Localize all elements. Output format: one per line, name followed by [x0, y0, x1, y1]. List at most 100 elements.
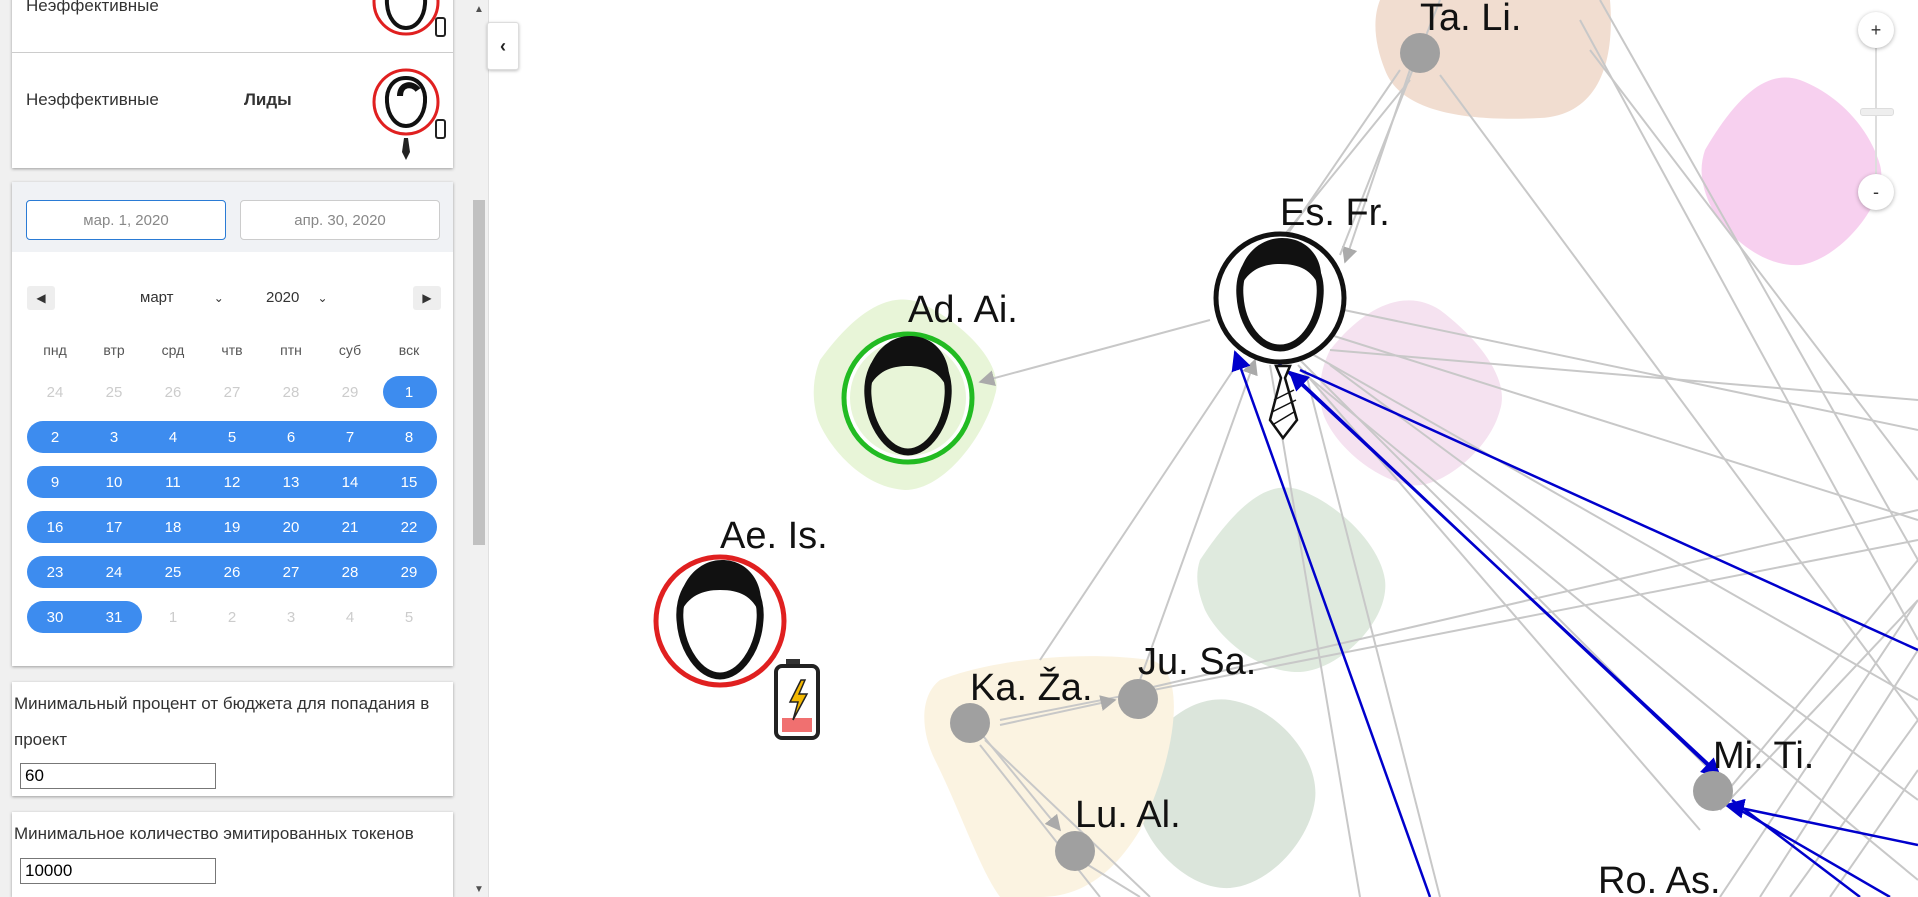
- calendar-day[interactable]: 24: [85, 557, 143, 587]
- calendar-day[interactable]: 13: [262, 467, 320, 497]
- legend-row: Неэффективные: [12, 0, 453, 53]
- calendar-day[interactable]: 1: [144, 602, 202, 632]
- calendar-day[interactable]: 29: [380, 557, 438, 587]
- calendar-day[interactable]: 11: [144, 467, 202, 497]
- label-ro-as: Ro. As.: [1598, 860, 1721, 897]
- legend-role-label: Лиды: [244, 90, 292, 109]
- legend-row: Неэффективные Лиды: [12, 54, 453, 168]
- calendar-day[interactable]: 9: [26, 467, 84, 497]
- node-ka-za[interactable]: [950, 703, 990, 743]
- calendar-day[interactable]: 18: [144, 512, 202, 542]
- calendar-day[interactable]: 15: [380, 467, 438, 497]
- month-select[interactable]: март ⌄: [140, 289, 224, 306]
- tie-icon: [402, 138, 410, 160]
- weekday-label: втр: [103, 342, 125, 358]
- ineffective-person-icon: [372, 0, 446, 37]
- ineffective-lead-icon: [372, 68, 446, 160]
- year-value: 2020: [266, 289, 300, 306]
- calendar-day[interactable]: 20: [262, 512, 320, 542]
- scroll-down-arrow-icon[interactable]: ▼: [473, 884, 485, 895]
- label-mi-ti: Mi. Ti.: [1713, 735, 1814, 777]
- sidebar-scrollbar[interactable]: ▲ ▼: [470, 0, 489, 897]
- zoom-in-button[interactable]: +: [1858, 12, 1894, 48]
- weekday-label: суб: [338, 342, 362, 358]
- weekday-label: срд: [161, 342, 185, 358]
- node-lu-al[interactable]: [1055, 831, 1095, 871]
- calendar-day[interactable]: 19: [203, 512, 261, 542]
- min-budget-input[interactable]: [20, 763, 216, 789]
- zoom-slider-thumb[interactable]: [1860, 108, 1894, 116]
- calendar-day[interactable]: 28: [321, 557, 379, 587]
- min-tokens-input[interactable]: [20, 858, 216, 884]
- calendar-day[interactable]: 14: [321, 467, 379, 497]
- calendar-day[interactable]: 3: [262, 602, 320, 632]
- calendar-day[interactable]: 25: [85, 377, 143, 407]
- battery-icon: [435, 17, 446, 37]
- min-budget-label: Минимальный процент от бюджета для попад…: [14, 694, 430, 749]
- calendar-day[interactable]: 17: [85, 512, 143, 542]
- weekday-label: вск: [398, 342, 420, 358]
- calendar-day[interactable]: 2: [26, 422, 84, 452]
- node-mi-ti[interactable]: [1693, 771, 1733, 811]
- battery-icon: [435, 119, 446, 139]
- calendar-day[interactable]: 24: [26, 377, 84, 407]
- collapse-chevron-icon: ‹: [500, 35, 506, 56]
- calendar-day[interactable]: 4: [144, 422, 202, 452]
- legend-panel: Неэффективные Неэффективные Лиды: [12, 0, 453, 168]
- node-ad-ai[interactable]: [841, 331, 975, 465]
- prev-month-button[interactable]: ◀: [27, 286, 55, 310]
- calendar-day[interactable]: 26: [144, 377, 202, 407]
- weekday-label: чтв: [221, 342, 243, 358]
- calendar-day[interactable]: 25: [144, 557, 202, 587]
- label-ad-ai: Ad. Ai.: [908, 289, 1018, 331]
- node-ju-sa[interactable]: [1118, 679, 1158, 719]
- calendar-day[interactable]: 5: [203, 422, 261, 452]
- node-ta-li[interactable]: [1400, 33, 1440, 73]
- calendar-day[interactable]: 4: [321, 602, 379, 632]
- scroll-up-arrow-icon[interactable]: ▲: [473, 4, 485, 15]
- legend-row-label: Неэффективные: [26, 0, 159, 15]
- calendar-day[interactable]: 26: [203, 557, 261, 587]
- zoom-out-button[interactable]: -: [1858, 174, 1894, 210]
- weekday-label: пнд: [43, 342, 67, 358]
- sidebar: Неэффективные Неэффективные Лиды мар. 1,…: [0, 0, 470, 897]
- chevron-down-icon: ⌄: [317, 291, 328, 305]
- cluster-blob: [1320, 300, 1502, 486]
- node-ae-is[interactable]: [653, 554, 820, 740]
- year-select[interactable]: 2020 ⌄: [266, 289, 328, 306]
- calendar-day[interactable]: 30: [26, 602, 84, 632]
- calendar-day[interactable]: 8: [380, 422, 438, 452]
- calendar-day[interactable]: 29: [321, 377, 379, 407]
- label-ta-li: Ta. Li.: [1420, 0, 1521, 39]
- calendar-day[interactable]: 31: [85, 602, 143, 632]
- label-ka-za: Ka. Ža.: [970, 666, 1093, 709]
- calendar-day[interactable]: 10: [85, 467, 143, 497]
- min-tokens-label: Минимальное количество эмитированных ток…: [14, 824, 414, 843]
- calendar-day[interactable]: 1: [380, 377, 438, 407]
- label-es-fr: Es. Fr.: [1280, 192, 1390, 234]
- calendar-day[interactable]: 23: [26, 557, 84, 587]
- next-month-button[interactable]: ▶: [413, 286, 441, 310]
- calendar-day[interactable]: 22: [380, 512, 438, 542]
- end-date-input[interactable]: апр. 30, 2020: [240, 200, 440, 240]
- start-date-input[interactable]: мар. 1, 2020: [26, 200, 226, 240]
- calendar-day[interactable]: 27: [262, 557, 320, 587]
- calendar-day[interactable]: 16: [26, 512, 84, 542]
- cluster-blob: [1701, 77, 1882, 266]
- calendar-day[interactable]: 6: [262, 422, 320, 452]
- calendar-day[interactable]: 5: [380, 602, 438, 632]
- scrollbar-thumb[interactable]: [473, 200, 485, 545]
- label-ju-sa: Ju. Sa.: [1138, 641, 1256, 683]
- calendar-day[interactable]: 2: [203, 602, 261, 632]
- battery-icon: [774, 659, 820, 740]
- calendar-day[interactable]: 27: [203, 377, 261, 407]
- calendar-day[interactable]: 12: [203, 467, 261, 497]
- calendar-day[interactable]: 3: [85, 422, 143, 452]
- month-value: март: [140, 289, 174, 306]
- collapse-sidebar-button[interactable]: ‹: [487, 22, 519, 70]
- weekday-label: птн: [280, 342, 302, 358]
- calendar-day[interactable]: 21: [321, 512, 379, 542]
- calendar-day[interactable]: 28: [262, 377, 320, 407]
- label-ae-is: Ae. Is.: [720, 515, 828, 557]
- calendar-day[interactable]: 7: [321, 422, 379, 452]
